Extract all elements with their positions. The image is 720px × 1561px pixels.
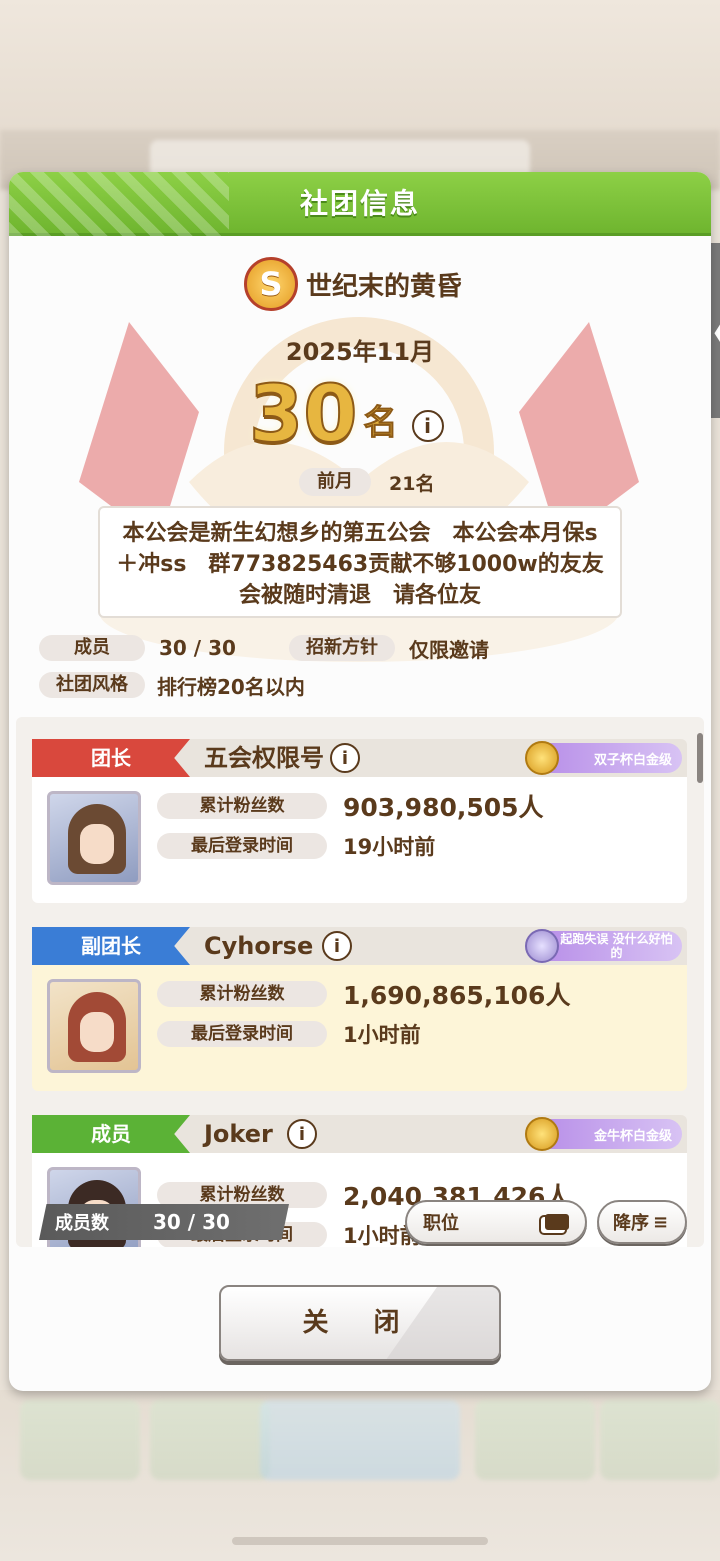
- sort-lines-icon: ≡: [653, 1211, 669, 1233]
- last-login-value: 1小时前: [343, 1023, 421, 1047]
- members-value: 30 / 30: [159, 636, 236, 660]
- member-avatar[interactable]: [47, 791, 141, 885]
- last-login-row: 最后登录时间 1小时前: [157, 1020, 421, 1048]
- member-card-body: 累计粉丝数 903,980,505人 最后登录时间 19小时前: [32, 777, 687, 903]
- guild-name: 世纪末的黄昏: [306, 271, 463, 302]
- home-indicator[interactable]: [232, 1537, 488, 1545]
- rank-number: 30: [248, 369, 359, 461]
- guild-info-dialog: 社团信息 S 世纪末的黄昏 2025年11月 30 名 i 前月 21名 本公会…: [9, 172, 711, 1391]
- member-count-value: 30 / 30: [153, 1210, 230, 1234]
- member-info-icon[interactable]: i: [330, 743, 360, 773]
- role-tag: 团长: [32, 739, 190, 777]
- member-avatar[interactable]: [47, 979, 141, 1073]
- member-info-icon[interactable]: i: [287, 1119, 317, 1149]
- member-card-header: 副团长 Cyhorse i 起跑失误 没什么好怕的: [32, 927, 687, 965]
- fans-value: 903,980,505人: [343, 793, 544, 822]
- guild-rank-badge-icon: S: [244, 257, 298, 311]
- member-title: 金牛杯白金级: [593, 1128, 672, 1144]
- fans-row: 累计粉丝数 1,690,865,106人: [157, 980, 570, 1010]
- gold-medal-icon: [525, 1117, 559, 1151]
- recruit-policy-value: 仅限邀请: [409, 637, 489, 662]
- background-bottom: [0, 1390, 720, 1561]
- member-title-badge[interactable]: 金牛杯白金级: [525, 1117, 682, 1151]
- member-card-header: 成员 Joker i 金牛杯白金级: [32, 1115, 687, 1153]
- sort-order-button[interactable]: 降序 ≡: [597, 1200, 687, 1244]
- guild-style-label: 社团风格: [39, 672, 145, 698]
- member-title: 双子杯白金级: [593, 752, 672, 768]
- cards-icon: [545, 1214, 569, 1230]
- member-list-scrollbar[interactable]: [697, 733, 703, 783]
- dialog-title: 社团信息: [299, 187, 420, 220]
- guild-style-row: 社团风格 排行榜20名以内: [39, 671, 305, 699]
- last-login-label: 最后登录时间: [157, 833, 327, 859]
- background-tile: [260, 1400, 460, 1480]
- dialog-header: 社团信息: [9, 172, 711, 236]
- fans-label: 累计粉丝数: [157, 793, 327, 819]
- member-name: Joker: [204, 1120, 273, 1148]
- guild-style-value: 排行榜20名以内: [157, 674, 305, 699]
- close-button-label: 关 闭: [302, 1308, 418, 1338]
- recruit-policy-label: 招新方针: [289, 635, 395, 661]
- previous-month-value: 21名: [389, 472, 435, 495]
- role-tag: 副团长: [32, 927, 190, 965]
- member-title-badge[interactable]: 双子杯白金级: [525, 741, 682, 775]
- guild-name-row: S 世纪末的黄昏: [244, 256, 462, 312]
- fans-row: 累计粉丝数 903,980,505人: [157, 792, 544, 822]
- member-title-badge[interactable]: 起跑失误 没什么好怕的: [525, 929, 682, 963]
- previous-month-rank: 前月 21名: [299, 468, 434, 496]
- rank-unit: 名: [363, 403, 398, 444]
- role-filter-label: 职位: [423, 1213, 459, 1234]
- background-tile: [150, 1400, 270, 1480]
- member-name: Cyhorse: [204, 932, 314, 960]
- member-card-header: 团长 五会权限号 i 双子杯白金级: [32, 739, 687, 777]
- gold-medal-icon: [525, 741, 559, 775]
- members-count-row: 成员 30 / 30: [39, 634, 236, 662]
- ranking-month: 2025年11月: [285, 338, 435, 366]
- member-card[interactable]: 副团长 Cyhorse i 起跑失误 没什么好怕的 累计粉丝数 1,690,86…: [32, 927, 687, 1097]
- background-tile: [475, 1400, 595, 1480]
- role-filter-button[interactable]: 职位: [405, 1200, 587, 1244]
- member-list[interactable]: 团长 五会权限号 i 双子杯白金级 累计粉丝数 903,980,505人 最后登…: [16, 717, 704, 1247]
- previous-month-label: 前月: [299, 468, 371, 496]
- guild-description[interactable]: 本公会是新生幻想乡的第五公会 本公会本月保s＋冲ss 群773825463贡献不…: [98, 506, 622, 618]
- close-button[interactable]: 关 闭: [219, 1285, 501, 1361]
- member-name: 五会权限号: [204, 744, 324, 772]
- member-count-strip: 成员数 30 / 30: [39, 1204, 289, 1240]
- character-title-icon: [525, 929, 559, 963]
- member-count-label: 成员数: [55, 1213, 109, 1234]
- background-tile: [20, 1400, 140, 1480]
- rank-info-icon[interactable]: i: [411, 410, 444, 442]
- member-card-body: 累计粉丝数 1,690,865,106人 最后登录时间 1小时前: [32, 965, 687, 1091]
- sort-order-label: 降序: [613, 1213, 649, 1234]
- fans-value: 1,690,865,106人: [343, 981, 571, 1010]
- last-login-value: 19小时前: [343, 835, 436, 859]
- background-tile: [600, 1400, 720, 1480]
- member-card[interactable]: 团长 五会权限号 i 双子杯白金级 累计粉丝数 903,980,505人 最后登…: [32, 739, 687, 909]
- recruit-policy-row: 招新方针 仅限邀请: [289, 634, 489, 662]
- fans-label: 累计粉丝数: [157, 981, 327, 1007]
- rank-display: 30 名 i: [248, 369, 444, 461]
- role-tag: 成员: [32, 1115, 190, 1153]
- last-login-row: 最后登录时间 19小时前: [157, 832, 435, 860]
- member-info-icon[interactable]: i: [322, 931, 352, 961]
- member-title: 起跑失误 没什么好怕的: [560, 932, 673, 960]
- last-login-label: 最后登录时间: [157, 1021, 327, 1047]
- members-label: 成员: [39, 635, 145, 661]
